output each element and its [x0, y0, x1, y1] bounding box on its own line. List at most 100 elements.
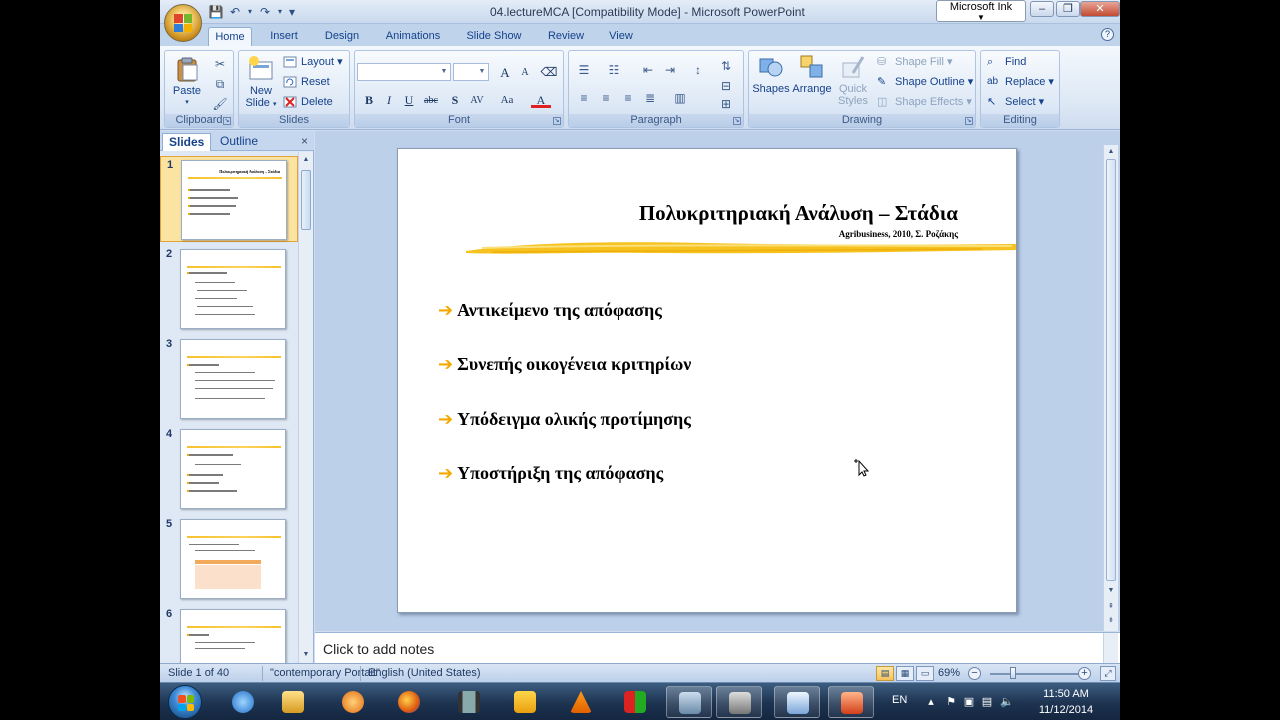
scroll-down-icon[interactable]: ▼ — [1106, 585, 1116, 597]
numbering-icon[interactable]: ☷ — [603, 61, 625, 80]
tool-app-taskbar-icon[interactable] — [716, 686, 762, 718]
zoom-level[interactable]: 69% — [938, 667, 960, 679]
copy-icon[interactable]: ⧉ — [209, 75, 231, 94]
redo-dropdown-icon[interactable]: ▾ — [276, 5, 284, 19]
zoom-out-button[interactable]: − — [968, 667, 981, 680]
close-button[interactable]: ✕ — [1080, 1, 1120, 17]
slide-thumbnail[interactable]: 4 — [160, 426, 298, 512]
tab-slide-show[interactable]: Slide Show — [464, 27, 524, 46]
bullets-icon[interactable]: ☰ — [573, 61, 595, 80]
shrink-font-button[interactable]: A — [515, 63, 535, 82]
tab-design[interactable]: Design — [320, 27, 364, 46]
zoom-slider[interactable] — [990, 673, 1084, 675]
drawing-launcher-icon[interactable]: ↘ — [965, 117, 973, 125]
character-spacing-button[interactable]: AV — [467, 91, 487, 110]
shapes-button[interactable]: Shapes — [751, 53, 791, 95]
vlc-taskbar-icon[interactable] — [558, 686, 604, 718]
tab-slides[interactable]: Slides — [162, 133, 212, 151]
action-center-icon[interactable]: ⚑ — [944, 695, 958, 709]
align-left-icon[interactable]: ≡ — [573, 89, 595, 108]
slide-sorter-button[interactable]: ▦ — [896, 666, 914, 681]
grow-font-button[interactable]: A — [495, 63, 515, 82]
tab-insert[interactable]: Insert — [264, 27, 304, 46]
justify-icon[interactable]: ≣ — [639, 89, 661, 108]
film-app-taskbar-icon[interactable] — [446, 686, 492, 718]
paste-button[interactable]: Paste ▾ — [169, 55, 205, 109]
strikethrough-button[interactable]: abc — [421, 91, 441, 110]
undo-dropdown-icon[interactable]: ▾ — [246, 5, 254, 19]
powerpoint-taskbar-icon[interactable] — [828, 686, 874, 718]
italic-button[interactable]: I — [379, 91, 399, 110]
notes-pane[interactable]: Click to add notes — [315, 632, 1120, 664]
tab-home[interactable]: Home — [208, 27, 252, 46]
slide-thumbnail[interactable]: 5 — [160, 516, 298, 602]
scrollbar-thumb[interactable] — [301, 170, 311, 230]
quick-styles-button[interactable]: Quick Styles — [833, 53, 873, 107]
reset-button[interactable]: Reset — [283, 73, 330, 91]
previous-slide-icon[interactable]: ⇞ — [1106, 601, 1116, 613]
layout-button[interactable]: Layout ▾ — [283, 53, 343, 71]
notepad-taskbar-icon[interactable] — [774, 686, 820, 718]
tab-outline[interactable]: Outline — [214, 133, 264, 151]
fit-to-window-button[interactable]: ⤢ — [1100, 666, 1116, 681]
restore-button[interactable]: ❐ — [1056, 1, 1080, 17]
delete-button[interactable]: Delete — [283, 93, 333, 111]
minimize-button[interactable]: – — [1030, 1, 1054, 17]
slide-title[interactable]: Πολυκριτηριακή Ανάλυση – Στάδια — [639, 201, 958, 226]
clear-formatting-icon[interactable]: ⌫ — [539, 63, 559, 82]
scroll-up-icon[interactable]: ▲ — [1106, 146, 1116, 158]
customize-qat-icon[interactable]: ▾ — [287, 5, 297, 19]
clock-date[interactable]: 11/12/2014 — [1030, 704, 1102, 716]
line-spacing-icon[interactable]: ↕ — [687, 61, 709, 80]
slide-thumbnail[interactable]: 3 — [160, 336, 298, 422]
tray-expand-icon[interactable]: ▴ — [924, 695, 938, 709]
slide-show-button[interactable]: ▭ — [916, 666, 934, 681]
align-text-icon[interactable]: ⊟ — [715, 77, 737, 96]
volume-icon[interactable]: 🔈 — [1000, 695, 1014, 709]
align-right-icon[interactable]: ≡ — [617, 89, 639, 108]
picasa-taskbar-icon[interactable] — [502, 686, 548, 718]
bold-button[interactable]: B — [359, 91, 379, 110]
network-icon[interactable]: ▤ — [980, 695, 994, 709]
underline-button[interactable]: U — [399, 91, 419, 110]
increase-indent-icon[interactable]: ⇥ — [659, 61, 681, 80]
save-icon[interactable]: 💾 — [208, 5, 224, 19]
scrollbar-thumb[interactable] — [1106, 159, 1116, 581]
zoom-slider-handle[interactable] — [1010, 667, 1016, 679]
file-explorer-taskbar-icon[interactable] — [270, 686, 316, 718]
clock-time[interactable]: 11:50 AM — [1030, 688, 1102, 700]
language-tray[interactable]: EN — [892, 694, 907, 706]
undo-icon[interactable]: ↶ — [227, 5, 243, 19]
change-case-button[interactable]: Aa — [497, 91, 517, 110]
format-painter-icon[interactable]: 🖌 — [209, 95, 231, 114]
scroll-down-icon[interactable]: ▼ — [301, 649, 311, 661]
arrange-button[interactable]: Arrange — [791, 53, 833, 95]
next-slide-icon[interactable]: ⇟ — [1106, 615, 1116, 627]
shadow-button[interactable]: S — [445, 91, 465, 110]
bullet-item[interactable]: ➔ Συνεπής οικογένεια κριτηρίων — [438, 351, 691, 377]
tray-app-icon[interactable]: ▣ — [962, 695, 976, 709]
start-button[interactable] — [168, 685, 202, 719]
paragraph-launcher-icon[interactable]: ↘ — [733, 117, 741, 125]
new-slide-button[interactable]: New Slide ▾ — [243, 55, 279, 111]
redo-icon[interactable]: ↷ — [257, 5, 273, 19]
tab-animations[interactable]: Animations — [382, 27, 444, 46]
font-launcher-icon[interactable]: ↘ — [553, 117, 561, 125]
bullet-item[interactable]: ➔ Υπόδειγμα ολικής προτίμησης — [438, 406, 691, 432]
firefox-taskbar-icon[interactable] — [386, 686, 432, 718]
clipboard-launcher-icon[interactable]: ↘ — [223, 117, 231, 125]
columns-icon[interactable]: ▥ — [669, 89, 691, 108]
zoom-in-button[interactable]: + — [1078, 667, 1091, 680]
smartart-icon[interactable]: ⊞ — [715, 95, 737, 114]
office-button[interactable] — [164, 4, 202, 42]
font-name-combo[interactable]: ▼ — [357, 63, 451, 81]
notes-scrollbar[interactable] — [1103, 633, 1118, 664]
internet-explorer-taskbar-icon[interactable] — [220, 686, 266, 718]
slide-thumbnail[interactable]: 6 — [160, 606, 298, 663]
replace-button[interactable]: ab Replace ▾ — [987, 73, 1054, 91]
find-button[interactable]: ⌕ Find — [987, 53, 1026, 71]
shape-effects-button[interactable]: ◫ Shape Effects ▾ — [877, 93, 972, 111]
slide-scrollbar[interactable]: ▲ ▼ ⇞ ⇟ — [1103, 145, 1118, 631]
scroll-up-icon[interactable]: ▲ — [301, 154, 311, 166]
select-button[interactable]: ↖ Select ▾ — [987, 93, 1044, 111]
